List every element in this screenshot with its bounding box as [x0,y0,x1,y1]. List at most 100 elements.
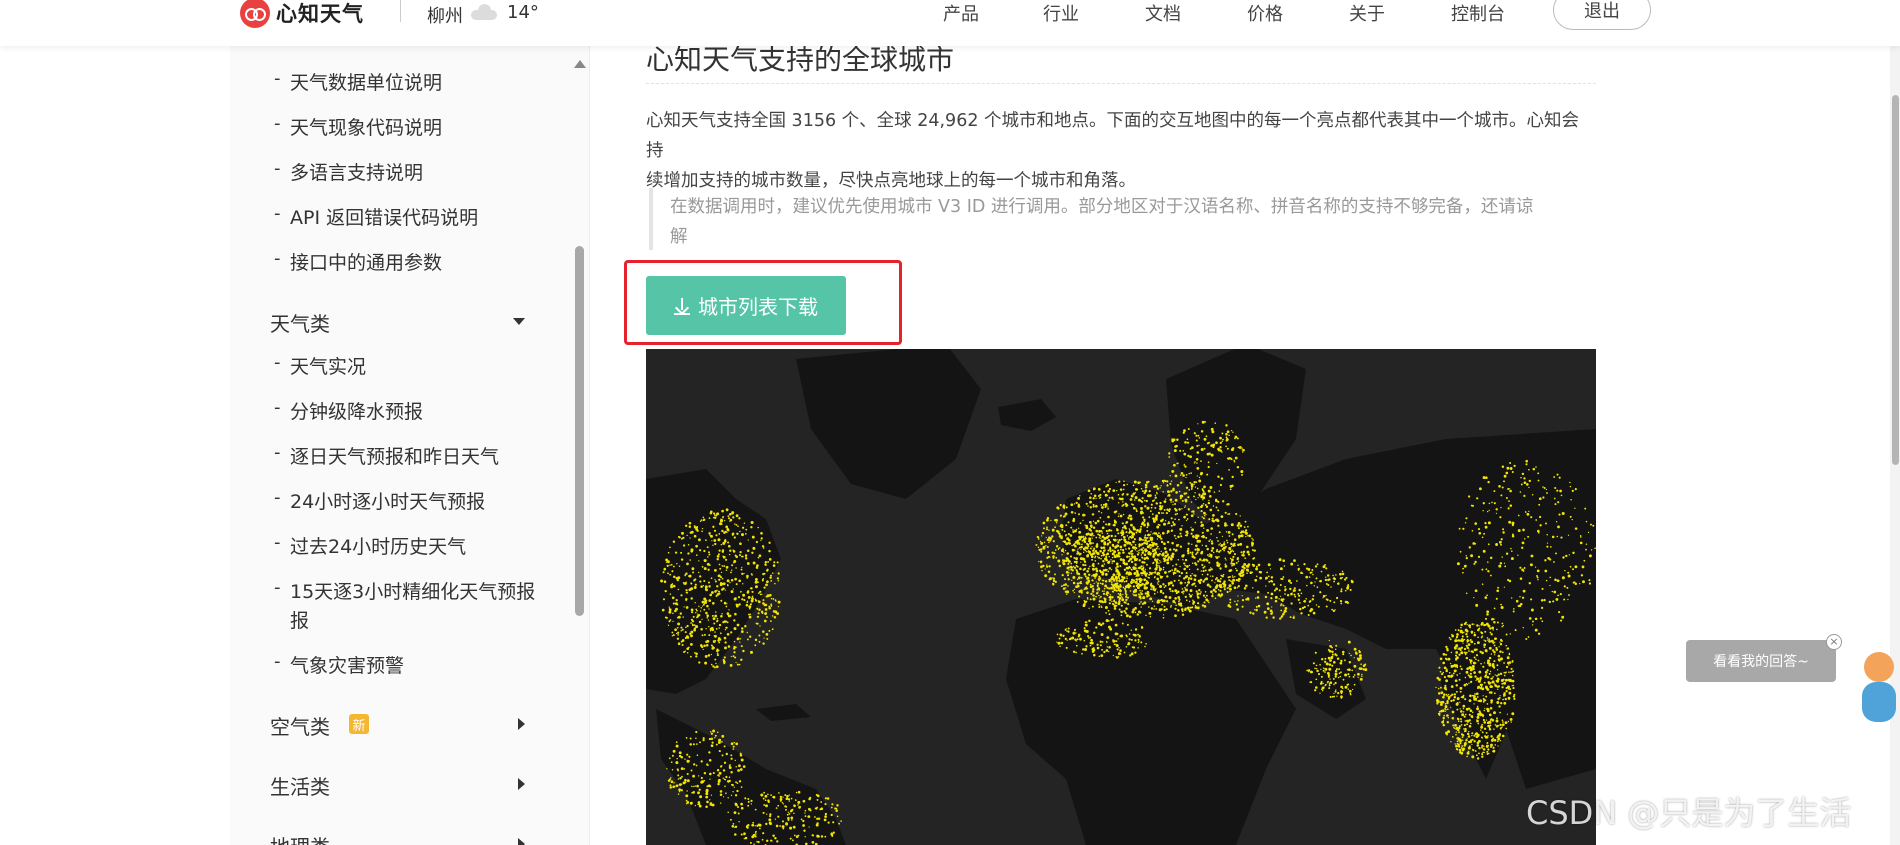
nav-products[interactable]: 产品 [943,0,979,26]
city-dot [1525,638,1528,640]
city-dot [1214,586,1218,589]
city-dot [1459,701,1461,704]
logo[interactable]: 心知天气 [240,0,364,28]
logout-button[interactable]: 退出 [1553,0,1651,30]
city-dot [1259,576,1262,580]
city-dot [1189,606,1192,609]
sidebar-item-weather-codes[interactable]: - 天气现象代码说明 [274,113,442,140]
city-dot [1265,616,1268,619]
sidebar-item-units[interactable]: - 天气数据单位说明 [274,68,442,95]
city-dot [1197,434,1200,437]
city-dot [1178,508,1181,510]
city-dot [1133,555,1137,559]
sidebar-item-minutely[interactable]: - 分钟级降水预报 [274,397,423,424]
page-scrollbar-thumb[interactable] [1892,95,1899,465]
sidebar-item-common-params[interactable]: - 接口中的通用参数 [274,248,442,275]
city-dot [740,758,744,762]
city-dot [1196,551,1199,554]
city-dot [1168,548,1172,552]
sidebar-item-error-codes[interactable]: - API 返回错误代码说明 [274,203,478,230]
sidebar-category-life[interactable]: 生活类 [270,771,330,800]
nav-industry[interactable]: 行业 [1043,0,1079,26]
chevron-down-icon[interactable] [513,318,525,325]
city-dot [669,573,672,576]
city-dot [709,534,711,536]
sidebar-item-hourly[interactable]: -24小时逐小时天气预报 [274,487,485,514]
scroll-up-icon[interactable] [574,60,586,68]
city-dot [681,775,683,778]
city-dot [1443,693,1446,696]
city-dot [1340,590,1343,593]
view-my-answers-button[interactable]: 看看我的回答~ [1686,640,1836,682]
city-dot [1139,589,1141,592]
sidebar-item-alarm[interactable]: - 气象灾害预警 [274,651,404,678]
city-dot [1093,534,1095,537]
sidebar-item-now[interactable]: - 天气实况 [274,352,366,379]
city-dot [1139,549,1141,551]
city-dot [1110,586,1114,590]
city-dot [1145,614,1147,617]
current-city[interactable]: 柳州 [427,2,463,28]
chevron-right-icon[interactable] [518,838,525,845]
city-dot [1193,432,1196,435]
city-dot [1086,569,1089,573]
city-dot [1245,584,1248,588]
city-dot [1509,688,1512,691]
nav-about[interactable]: 关于 [1349,0,1385,26]
city-dot [669,786,672,789]
city-dot [1560,619,1563,622]
sidebar-item-15day[interactable]: -15天逐3小时精细化天气预报 [274,577,535,604]
city-dot [1325,605,1328,608]
close-icon[interactable]: × [1826,634,1842,650]
chevron-right-icon[interactable] [518,778,525,790]
city-dot [718,578,721,581]
sidebar-item-history[interactable]: - 过去24小时历史天气 [274,532,466,559]
nav-console[interactable]: 控制台 [1451,0,1505,26]
city-dot [1511,712,1515,716]
city-dot [709,778,711,780]
city-dot [751,590,754,593]
sidebar-category-air[interactable]: 空气类 [270,711,330,740]
city-dot [710,744,714,747]
city-dot [1448,675,1451,678]
city-dot [1212,519,1215,523]
city-dot [1143,536,1147,539]
city-dot [1096,519,1100,523]
city-dot [1167,490,1170,493]
sidebar-item-15day-wrap[interactable]: 报 [290,606,309,633]
sidebar-category-weather[interactable]: 天气类 [270,308,330,337]
city-dot [777,600,781,604]
sidebar-scrollbar[interactable] [575,246,584,616]
city-dot [1208,540,1211,543]
sidebar-item-languages[interactable]: - 多语言支持说明 [274,158,423,185]
city-dot [812,834,815,837]
city-dot [1174,498,1178,502]
city-coverage-map[interactable] [646,349,1596,845]
sidebar-category-geo[interactable]: 地理类 [270,831,330,845]
city-dot [703,518,706,521]
city-dot [1115,585,1118,588]
mascot-avatar[interactable] [1858,646,1900,730]
city-dot [689,737,692,740]
city-dot [820,801,823,803]
city-dot [1127,538,1130,540]
city-dot [698,661,701,664]
city-dot [1491,680,1495,684]
city-dot [736,663,739,666]
city-dot [1118,497,1121,500]
city-dot [1162,557,1165,560]
chevron-right-icon[interactable] [518,718,525,730]
city-dot [687,575,690,577]
city-dot [710,804,713,807]
sidebar-item-daily[interactable]: - 逐日天气预报和昨日天气 [274,442,499,469]
city-dot [1137,573,1140,576]
nav-docs[interactable]: 文档 [1145,0,1181,26]
city-dot [1172,438,1176,442]
city-dot [1073,566,1077,569]
city-dot [1198,539,1201,543]
city-dot [1267,575,1270,578]
city-dot [1251,541,1254,545]
nav-pricing[interactable]: 价格 [1247,0,1283,26]
city-dot [1214,582,1216,584]
city-dot [690,634,693,638]
